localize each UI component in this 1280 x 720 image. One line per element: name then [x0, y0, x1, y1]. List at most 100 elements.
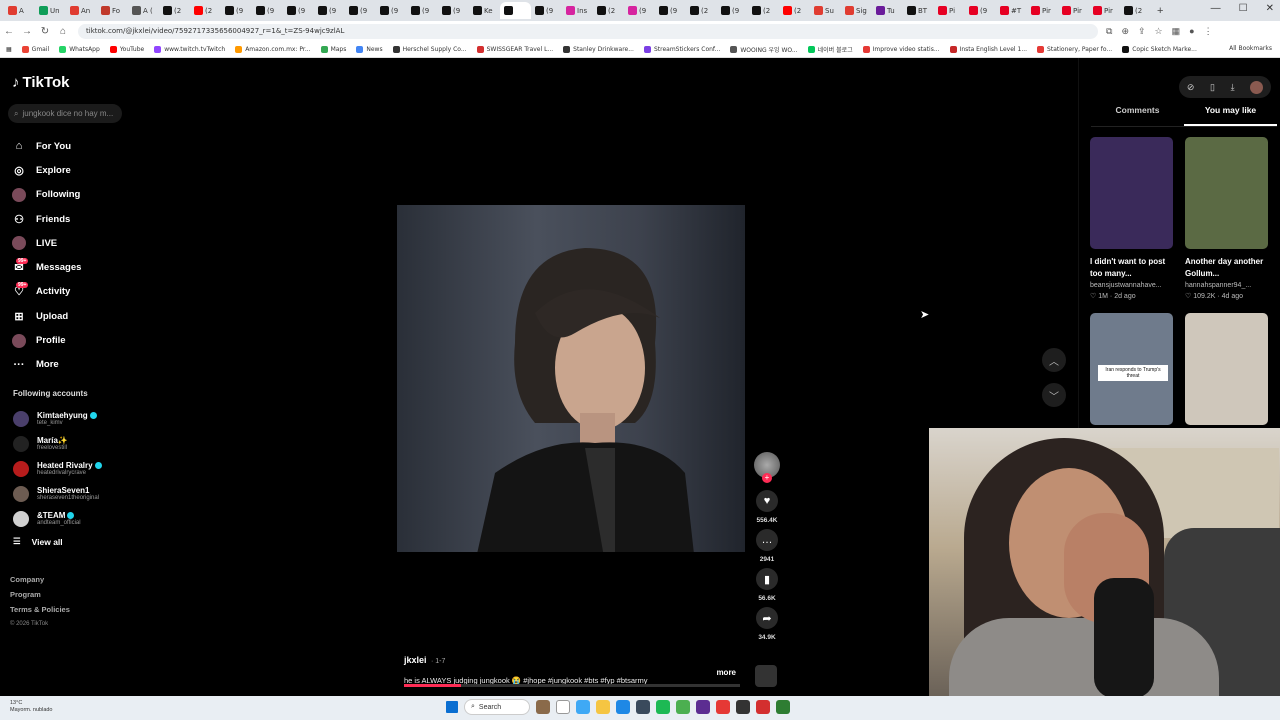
- bookmark-item[interactable]: Insta English Level 1...: [949, 45, 1027, 53]
- browser-tab[interactable]: (9: [221, 2, 252, 19]
- browser-tab[interactable]: (9: [252, 2, 283, 19]
- follow-plus-icon[interactable]: +: [762, 473, 772, 483]
- taskbar-app-icon[interactable]: [536, 700, 550, 714]
- star-icon[interactable]: ☆: [1155, 26, 1163, 37]
- card-username[interactable]: beansjustwannahave...: [1090, 280, 1174, 291]
- bookmark-item[interactable]: StreamStickers Conf...: [643, 45, 720, 53]
- chevron-up-icon[interactable]: ︿: [1042, 348, 1066, 372]
- video-player[interactable]: [397, 205, 745, 552]
- bookmark-item[interactable]: Maps: [320, 45, 346, 53]
- bookmark-item[interactable]: WOOING 우잉 WO...: [730, 45, 798, 54]
- bookmark-item[interactable]: WhatsApp: [59, 45, 100, 53]
- browser-tab[interactable]: A (: [128, 2, 159, 19]
- browser-tab[interactable]: Su: [810, 2, 841, 19]
- download-icon[interactable]: ⤓: [1231, 82, 1235, 93]
- app-icon[interactable]: [736, 700, 750, 714]
- browser-tab[interactable]: (2: [686, 2, 717, 19]
- nav-item-explore[interactable]: ◎ Explore: [12, 158, 124, 182]
- browser-tab[interactable]: (9: [655, 2, 686, 19]
- obs-icon[interactable]: [756, 700, 770, 714]
- music-disc-icon[interactable]: [755, 665, 777, 687]
- minimize-icon[interactable]: —: [1211, 3, 1221, 14]
- browser-tab[interactable]: Fo: [97, 2, 128, 19]
- reload-icon[interactable]: ↻: [36, 26, 54, 37]
- footer-company-link[interactable]: Company: [10, 572, 70, 587]
- browser-tab[interactable]: (2: [748, 2, 779, 19]
- nav-item-profile[interactable]: Profile: [12, 328, 124, 352]
- nav-item-following[interactable]: Following: [12, 183, 124, 207]
- tab-comments[interactable]: Comments: [1091, 105, 1184, 126]
- video-thumbnail[interactable]: [1185, 313, 1268, 425]
- browser-tab[interactable]: An: [66, 2, 97, 19]
- browser-tab[interactable]: Sig: [841, 2, 872, 19]
- video-thumbnail[interactable]: [1090, 137, 1173, 249]
- following-account[interactable]: ShieraSeven1 sheraseven1theoriginal: [13, 481, 123, 506]
- copilot-icon[interactable]: [576, 700, 590, 714]
- browser-tab[interactable]: (9: [376, 2, 407, 19]
- video-thumbnail[interactable]: [1185, 137, 1268, 249]
- bookmark-item[interactable]: www.twitch.tvTwitch: [154, 45, 225, 53]
- browser-tab[interactable]: (2: [779, 2, 810, 19]
- bookmark-item[interactable]: Copic Sketch Marke...: [1122, 45, 1197, 53]
- comment-icon[interactable]: …: [756, 529, 778, 551]
- recommended-video-card[interactable]: Another day another Gollum... hannahspann…: [1185, 137, 1269, 302]
- footer-terms-link[interactable]: Terms & Policies: [10, 602, 70, 617]
- bookmark-item[interactable]: SWISSGEAR Travel L...: [476, 45, 553, 53]
- share-arrow-icon[interactable]: ➦: [756, 607, 778, 629]
- tiktok-logo[interactable]: ♪ TikTok: [12, 74, 69, 91]
- bookmark-item[interactable]: Amazon.com.mx: Pr...: [235, 45, 311, 53]
- browser-tab[interactable]: (2: [159, 2, 190, 19]
- acrobat-icon[interactable]: [716, 700, 730, 714]
- browser-tab[interactable]: (2: [190, 2, 221, 19]
- browser-tab[interactable]: Un: [35, 2, 66, 19]
- spotify-icon[interactable]: [656, 700, 670, 714]
- browser-tab[interactable]: (9: [407, 2, 438, 19]
- nav-item-live[interactable]: LIVE: [12, 231, 124, 255]
- file-explorer-icon[interactable]: [596, 700, 610, 714]
- more-button[interactable]: more: [716, 668, 736, 677]
- video-thumbnail[interactable]: Iran responds to Trump's threat: [1090, 313, 1173, 425]
- browser-tab[interactable]: [500, 2, 531, 19]
- browser-tab[interactable]: #T: [996, 2, 1027, 19]
- nav-item-activity[interactable]: ♡ 99+ Activity: [12, 280, 124, 304]
- video-progress-bar[interactable]: [404, 684, 740, 687]
- nav-item-upload[interactable]: ⊞ Upload: [12, 304, 124, 328]
- card-username[interactable]: hannahspanner94_...: [1185, 280, 1269, 291]
- browser-tab[interactable]: (9: [965, 2, 996, 19]
- nav-item-more[interactable]: ··· More: [12, 353, 124, 377]
- forward-icon[interactable]: →: [18, 26, 36, 37]
- bookmark-item[interactable]: Herschel Supply Co...: [392, 45, 467, 53]
- close-icon[interactable]: ✕: [1266, 3, 1274, 14]
- chrome-icon[interactable]: [676, 700, 690, 714]
- bookmark-item[interactable]: 네이버 블로그: [807, 45, 853, 54]
- bookmark-item[interactable]: News: [356, 45, 383, 53]
- maximize-icon[interactable]: ☐: [1239, 3, 1248, 14]
- browser-tab[interactable]: (2: [593, 2, 624, 19]
- following-account[interactable]: María✨ freelovestill: [13, 431, 123, 456]
- creator-username[interactable]: jkxlei: [404, 655, 427, 665]
- browser-tab[interactable]: A: [4, 2, 35, 19]
- all-bookmarks-button[interactable]: All Bookmarks: [1229, 45, 1272, 52]
- install-icon[interactable]: ⧉: [1106, 26, 1112, 37]
- bookmark-item[interactable]: Gmail: [21, 45, 49, 53]
- bookmark-item[interactable]: Stanley Drinkware...: [563, 45, 634, 53]
- bookmark-item[interactable]: Improve video statis...: [862, 45, 940, 53]
- bookmark-icon[interactable]: ▮: [756, 568, 778, 590]
- browser-tab[interactable]: BT: [903, 2, 934, 19]
- apps-icon[interactable]: ▦: [6, 46, 12, 53]
- recommended-video-card[interactable]: Iran responds to Trump's threat: [1090, 313, 1174, 425]
- browser-tab[interactable]: Pi: [934, 2, 965, 19]
- save-action[interactable]: ▮ 56.6K: [752, 568, 782, 602]
- nav-item-friends[interactable]: ⚇ Friends: [12, 207, 124, 231]
- browser-tab[interactable]: Tu: [872, 2, 903, 19]
- store-icon[interactable]: [636, 700, 650, 714]
- device-icon[interactable]: ▯: [1210, 82, 1215, 93]
- comment-action[interactable]: … 2941: [752, 529, 782, 563]
- share-icon[interactable]: ⇪: [1138, 26, 1146, 37]
- task-view-icon[interactable]: [556, 700, 570, 714]
- browser-tab[interactable]: Pir: [1058, 2, 1089, 19]
- browser-tab[interactable]: (9: [345, 2, 376, 19]
- browser-tab[interactable]: (9: [438, 2, 469, 19]
- browser-tab[interactable]: (2: [1120, 2, 1151, 19]
- compass-icon[interactable]: ⊘: [1187, 82, 1195, 93]
